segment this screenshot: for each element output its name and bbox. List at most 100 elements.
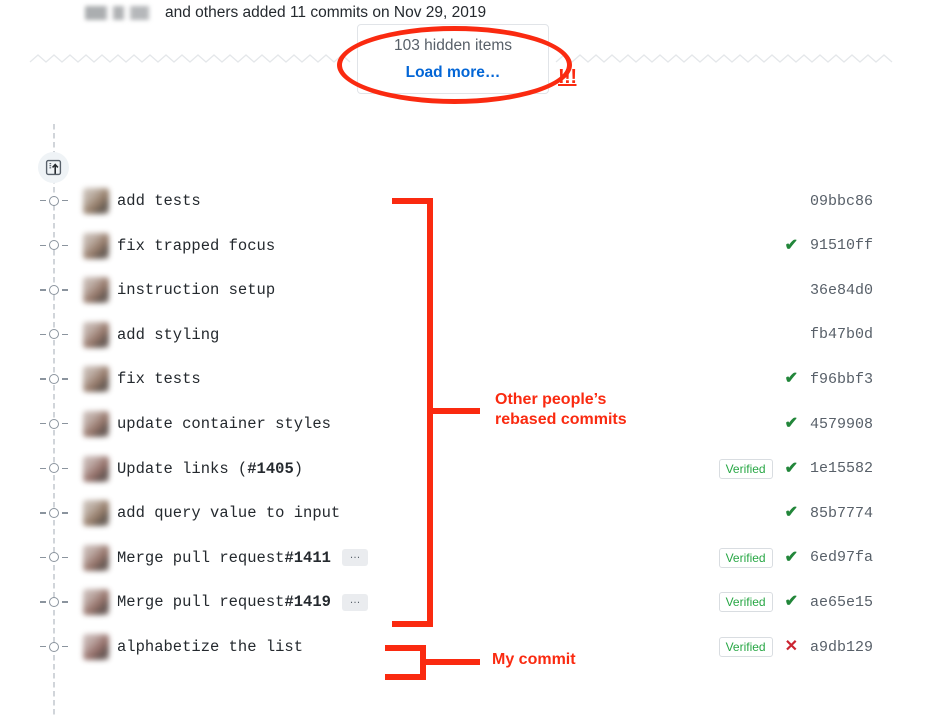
avatar[interactable] (83, 277, 109, 304)
commit-node-icon (40, 373, 68, 384)
commit-node-icon (40, 195, 68, 206)
hidden-items-box[interactable]: 103 hidden items Load more… (357, 24, 549, 94)
commit-meta: Verified ✔ ae65e15 (718, 585, 873, 619)
commit-message[interactable]: add query value to input (117, 496, 340, 530)
commit-message[interactable]: instruction setup (117, 273, 275, 307)
commit-node-icon (40, 463, 68, 474)
status-check-icon[interactable]: ✔ (785, 549, 798, 566)
status-check-icon[interactable]: ✔ (785, 505, 798, 521)
commit-message-text: Merge pull request (117, 593, 285, 612)
commit-message-text: fix tests (117, 370, 201, 389)
annotation-other-commits-line1: Other people’s (495, 391, 607, 408)
commit-sha[interactable]: 85b7774 (805, 505, 873, 522)
commit-message-text: add styling (117, 325, 220, 344)
commit-meta: ✔ 4579908 (785, 407, 873, 441)
commit-row[interactable]: add query value to input ✔ 85b7774 (0, 496, 928, 530)
commit-sha[interactable]: 4579908 (805, 416, 873, 433)
commit-message[interactable]: Update links (#1405) (117, 452, 303, 486)
commit-sha[interactable]: 36e84d0 (805, 282, 873, 299)
commit-sha[interactable]: 6ed97fa (805, 549, 873, 566)
commit-meta: 36e84d0 (805, 273, 873, 307)
commit-node-icon (40, 284, 68, 295)
annotation-my-commit: My commit (492, 651, 576, 668)
commit-row[interactable]: alphabetize the list Verified ✕ a9db129 (0, 630, 928, 664)
commit-push-icon (38, 152, 69, 183)
commit-message-text: Update links ( (117, 459, 248, 478)
commit-meta: ✔ 91510ff (785, 229, 873, 263)
commit-row[interactable]: add tests 09bbc86 (0, 184, 928, 218)
commit-row[interactable]: fix trapped focus ✔ 91510ff (0, 229, 928, 263)
avatar[interactable] (83, 321, 109, 348)
status-check-icon[interactable]: ✔ (785, 237, 798, 254)
commit-meta: Verified ✔ 6ed97fa (718, 541, 873, 575)
commit-row[interactable]: add styling fb47b0d (0, 318, 928, 352)
commit-group-header: and others added 11 commits on Nov 29, 2… (85, 4, 486, 22)
commit-sha[interactable]: 1e15582 (805, 460, 873, 477)
commit-message-issue-ref[interactable]: #1405 (247, 460, 294, 478)
commit-node-icon (40, 240, 68, 251)
commit-message[interactable]: Merge pull request #1419 … (117, 585, 368, 619)
avatar[interactable] (83, 366, 109, 393)
commit-sha[interactable]: 09bbc86 (805, 193, 873, 210)
commit-sha[interactable]: 91510ff (805, 237, 873, 254)
commit-message[interactable]: alphabetize the list (117, 630, 303, 664)
commit-row[interactable]: update container styles ✔ 4579908 (0, 407, 928, 441)
commit-message[interactable]: add styling (117, 318, 219, 352)
commit-sha[interactable]: ae65e15 (805, 594, 873, 611)
commit-node-icon (40, 641, 68, 652)
avatar[interactable] (83, 544, 109, 571)
commit-message[interactable]: add tests (117, 184, 201, 218)
commit-message[interactable]: fix trapped focus (117, 229, 275, 263)
redacted-username (85, 6, 163, 20)
commit-message-issue-ref[interactable]: #1419 (284, 593, 331, 611)
annotation-other-commits: Other people’s rebased commits (495, 390, 627, 431)
avatar[interactable] (83, 411, 109, 437)
avatar[interactable] (83, 500, 109, 527)
status-check-icon[interactable]: ✔ (785, 594, 798, 610)
commit-sha[interactable]: f96bbf3 (805, 371, 873, 388)
commit-meta: Verified ✔ 1e15582 (718, 452, 873, 486)
commit-message-text: Merge pull request (117, 548, 285, 567)
status-failure-icon[interactable]: ✕ (785, 639, 798, 655)
expand-commit-body-button[interactable]: … (341, 549, 368, 567)
commit-message[interactable]: update container styles (117, 407, 331, 441)
commit-meta: 09bbc86 (805, 184, 873, 218)
commit-row[interactable]: Update links (#1405) Verified ✔ 1e15582 (0, 452, 928, 486)
verified-badge[interactable]: Verified (718, 592, 773, 613)
commit-message-text: fix trapped focus (117, 236, 276, 255)
commit-meta: ✔ 85b7774 (785, 496, 873, 530)
annotation-other-commits-line2: rebased commits (495, 411, 627, 429)
commit-row[interactable]: instruction setup 36e84d0 (0, 273, 928, 307)
commit-row[interactable]: Merge pull request #1419 … Verified ✔ ae65e1… (0, 585, 928, 619)
commit-message-text: add query value to input (117, 504, 341, 523)
status-check-icon[interactable]: ✔ (785, 416, 798, 432)
hidden-items-count: 103 hidden items (393, 37, 513, 55)
commit-row[interactable]: fix tests ✔ f96bbf3 (0, 362, 928, 396)
avatar[interactable] (83, 455, 109, 482)
avatar[interactable] (83, 589, 109, 616)
commit-message-tail: ) (293, 459, 304, 478)
verified-badge[interactable]: Verified (718, 458, 773, 479)
avatar[interactable] (83, 232, 109, 259)
verified-badge[interactable]: Verified (718, 637, 773, 657)
status-check-icon[interactable]: ✔ (785, 460, 798, 477)
load-more-link[interactable]: Load more… (406, 61, 501, 84)
avatar[interactable] (83, 188, 109, 214)
status-check-icon[interactable]: ✔ (785, 371, 798, 387)
commit-node-icon (40, 329, 68, 340)
commit-node-icon (40, 507, 68, 518)
commit-message[interactable]: fix tests (117, 362, 201, 396)
commit-meta: fb47b0d (805, 318, 873, 352)
avatar[interactable] (83, 634, 109, 660)
commit-meta: Verified ✕ a9db129 (718, 630, 873, 664)
commit-sha[interactable]: a9db129 (805, 639, 873, 656)
commit-message-issue-ref[interactable]: #1411 (284, 549, 331, 567)
commit-message-text: alphabetize the list (117, 638, 304, 656)
commit-message[interactable]: Merge pull request #1411 … (117, 541, 368, 575)
verified-badge[interactable]: Verified (718, 547, 773, 568)
commit-sha[interactable]: fb47b0d (805, 326, 873, 343)
commit-meta: ✔ f96bbf3 (785, 362, 873, 396)
expand-commit-body-button[interactable]: … (341, 593, 368, 611)
commit-row[interactable]: Merge pull request #1411 … Verified ✔ 6ed97f… (0, 541, 928, 575)
commit-node-icon (40, 552, 68, 563)
